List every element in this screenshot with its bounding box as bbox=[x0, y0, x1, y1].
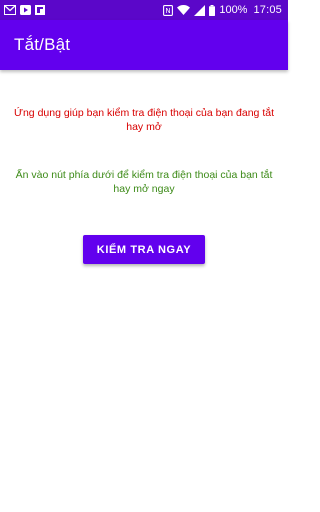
status-notifications bbox=[4, 5, 45, 15]
check-now-button[interactable]: KIỂM TRA NGAY bbox=[83, 235, 205, 264]
signal-icon bbox=[194, 4, 206, 16]
instruction-text: Ấn vào nút phía dưới để kiểm tra điện th… bbox=[15, 169, 273, 195]
nfc-icon: N bbox=[163, 4, 174, 16]
battery-icon bbox=[209, 4, 216, 16]
main-content: Ứng dụng giúp bạn kiểm tra điện thoại củ… bbox=[0, 70, 288, 512]
status-bar: N 100% 17:05 bbox=[0, 0, 288, 20]
app-bar: Tắt/Bật bbox=[0, 20, 288, 70]
app-description: Ứng dụng giúp bạn kiểm tra điện thoại củ… bbox=[14, 107, 274, 133]
gmail-icon bbox=[4, 5, 16, 15]
video-play-icon bbox=[20, 5, 31, 15]
battery-percent: 100% bbox=[219, 4, 248, 16]
app-title: Tắt/Bật bbox=[14, 35, 71, 54]
status-system: N 100% 17:05 bbox=[163, 4, 282, 16]
flipboard-icon bbox=[35, 5, 45, 15]
clock: 17:05 bbox=[253, 4, 282, 16]
wifi-icon bbox=[177, 5, 191, 15]
svg-text:N: N bbox=[166, 7, 171, 15]
